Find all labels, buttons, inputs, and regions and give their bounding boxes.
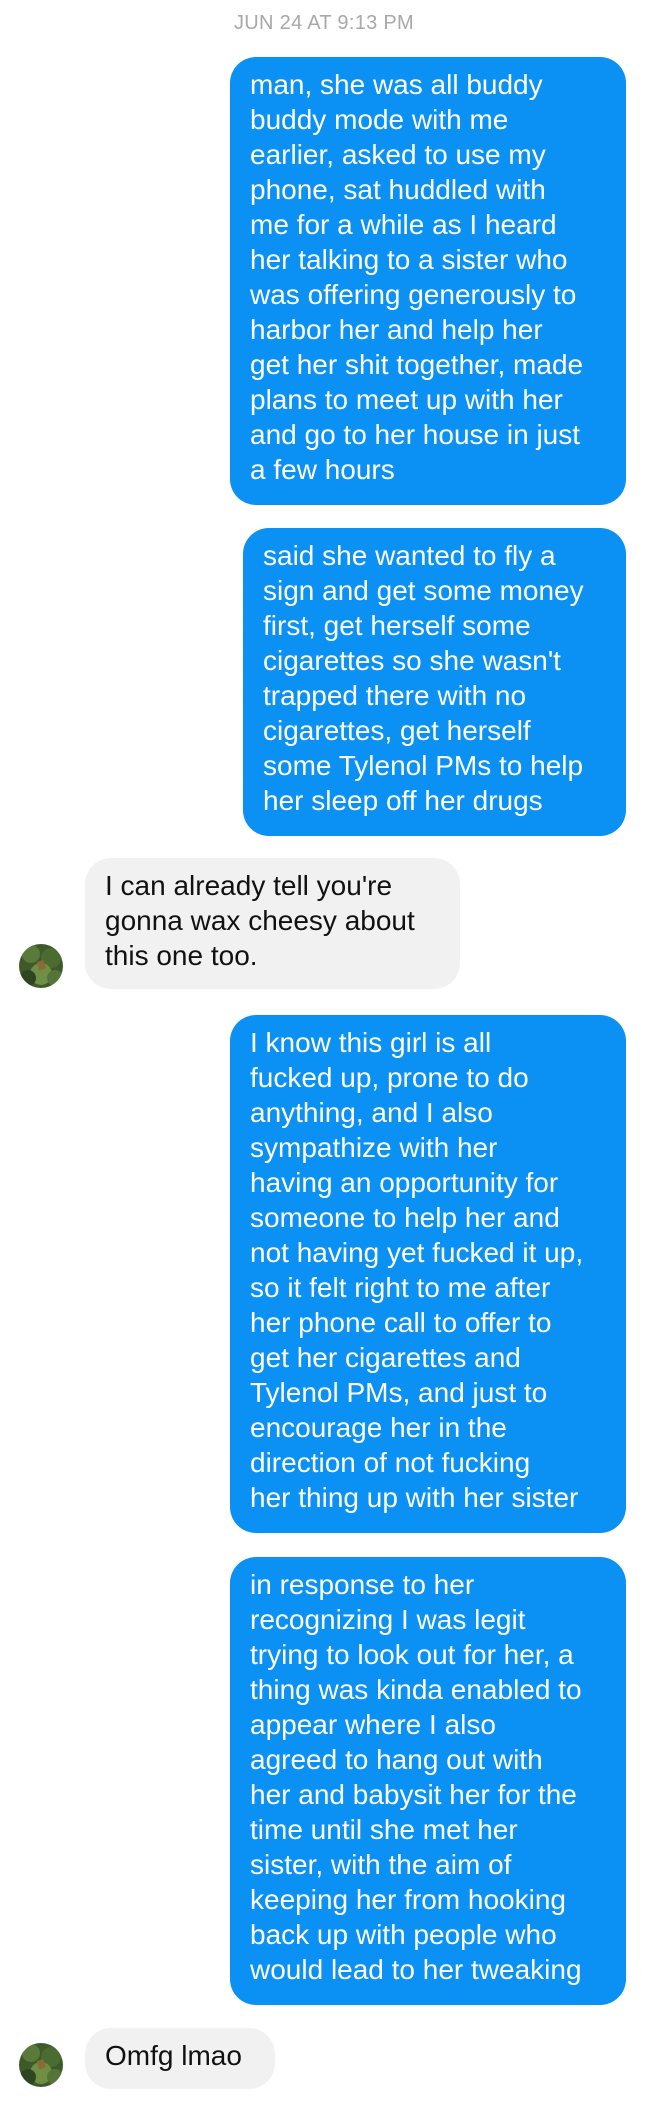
- message-bubble-incoming[interactable]: I can already tell you're gonna wax chee…: [85, 858, 460, 989]
- avatar-photo-icon: [19, 944, 63, 988]
- contact-avatar[interactable]: [19, 944, 63, 988]
- conversation-timestamp: JUN 24 AT 9:13 PM: [234, 12, 414, 34]
- message-bubble-outgoing[interactable]: man, she was all buddy buddy mode with m…: [230, 57, 626, 505]
- message-bubble-outgoing[interactable]: said she wanted to fly a sign and get so…: [243, 528, 626, 836]
- message-bubble-outgoing[interactable]: in response to her recognizing I was leg…: [230, 1557, 626, 2005]
- message-bubble-incoming[interactable]: Omfg lmao: [85, 2028, 275, 2089]
- contact-avatar[interactable]: [19, 2043, 63, 2087]
- avatar-photo-icon: [19, 2043, 63, 2087]
- message-bubble-outgoing[interactable]: I know this girl is all fucked up, prone…: [230, 1015, 626, 1533]
